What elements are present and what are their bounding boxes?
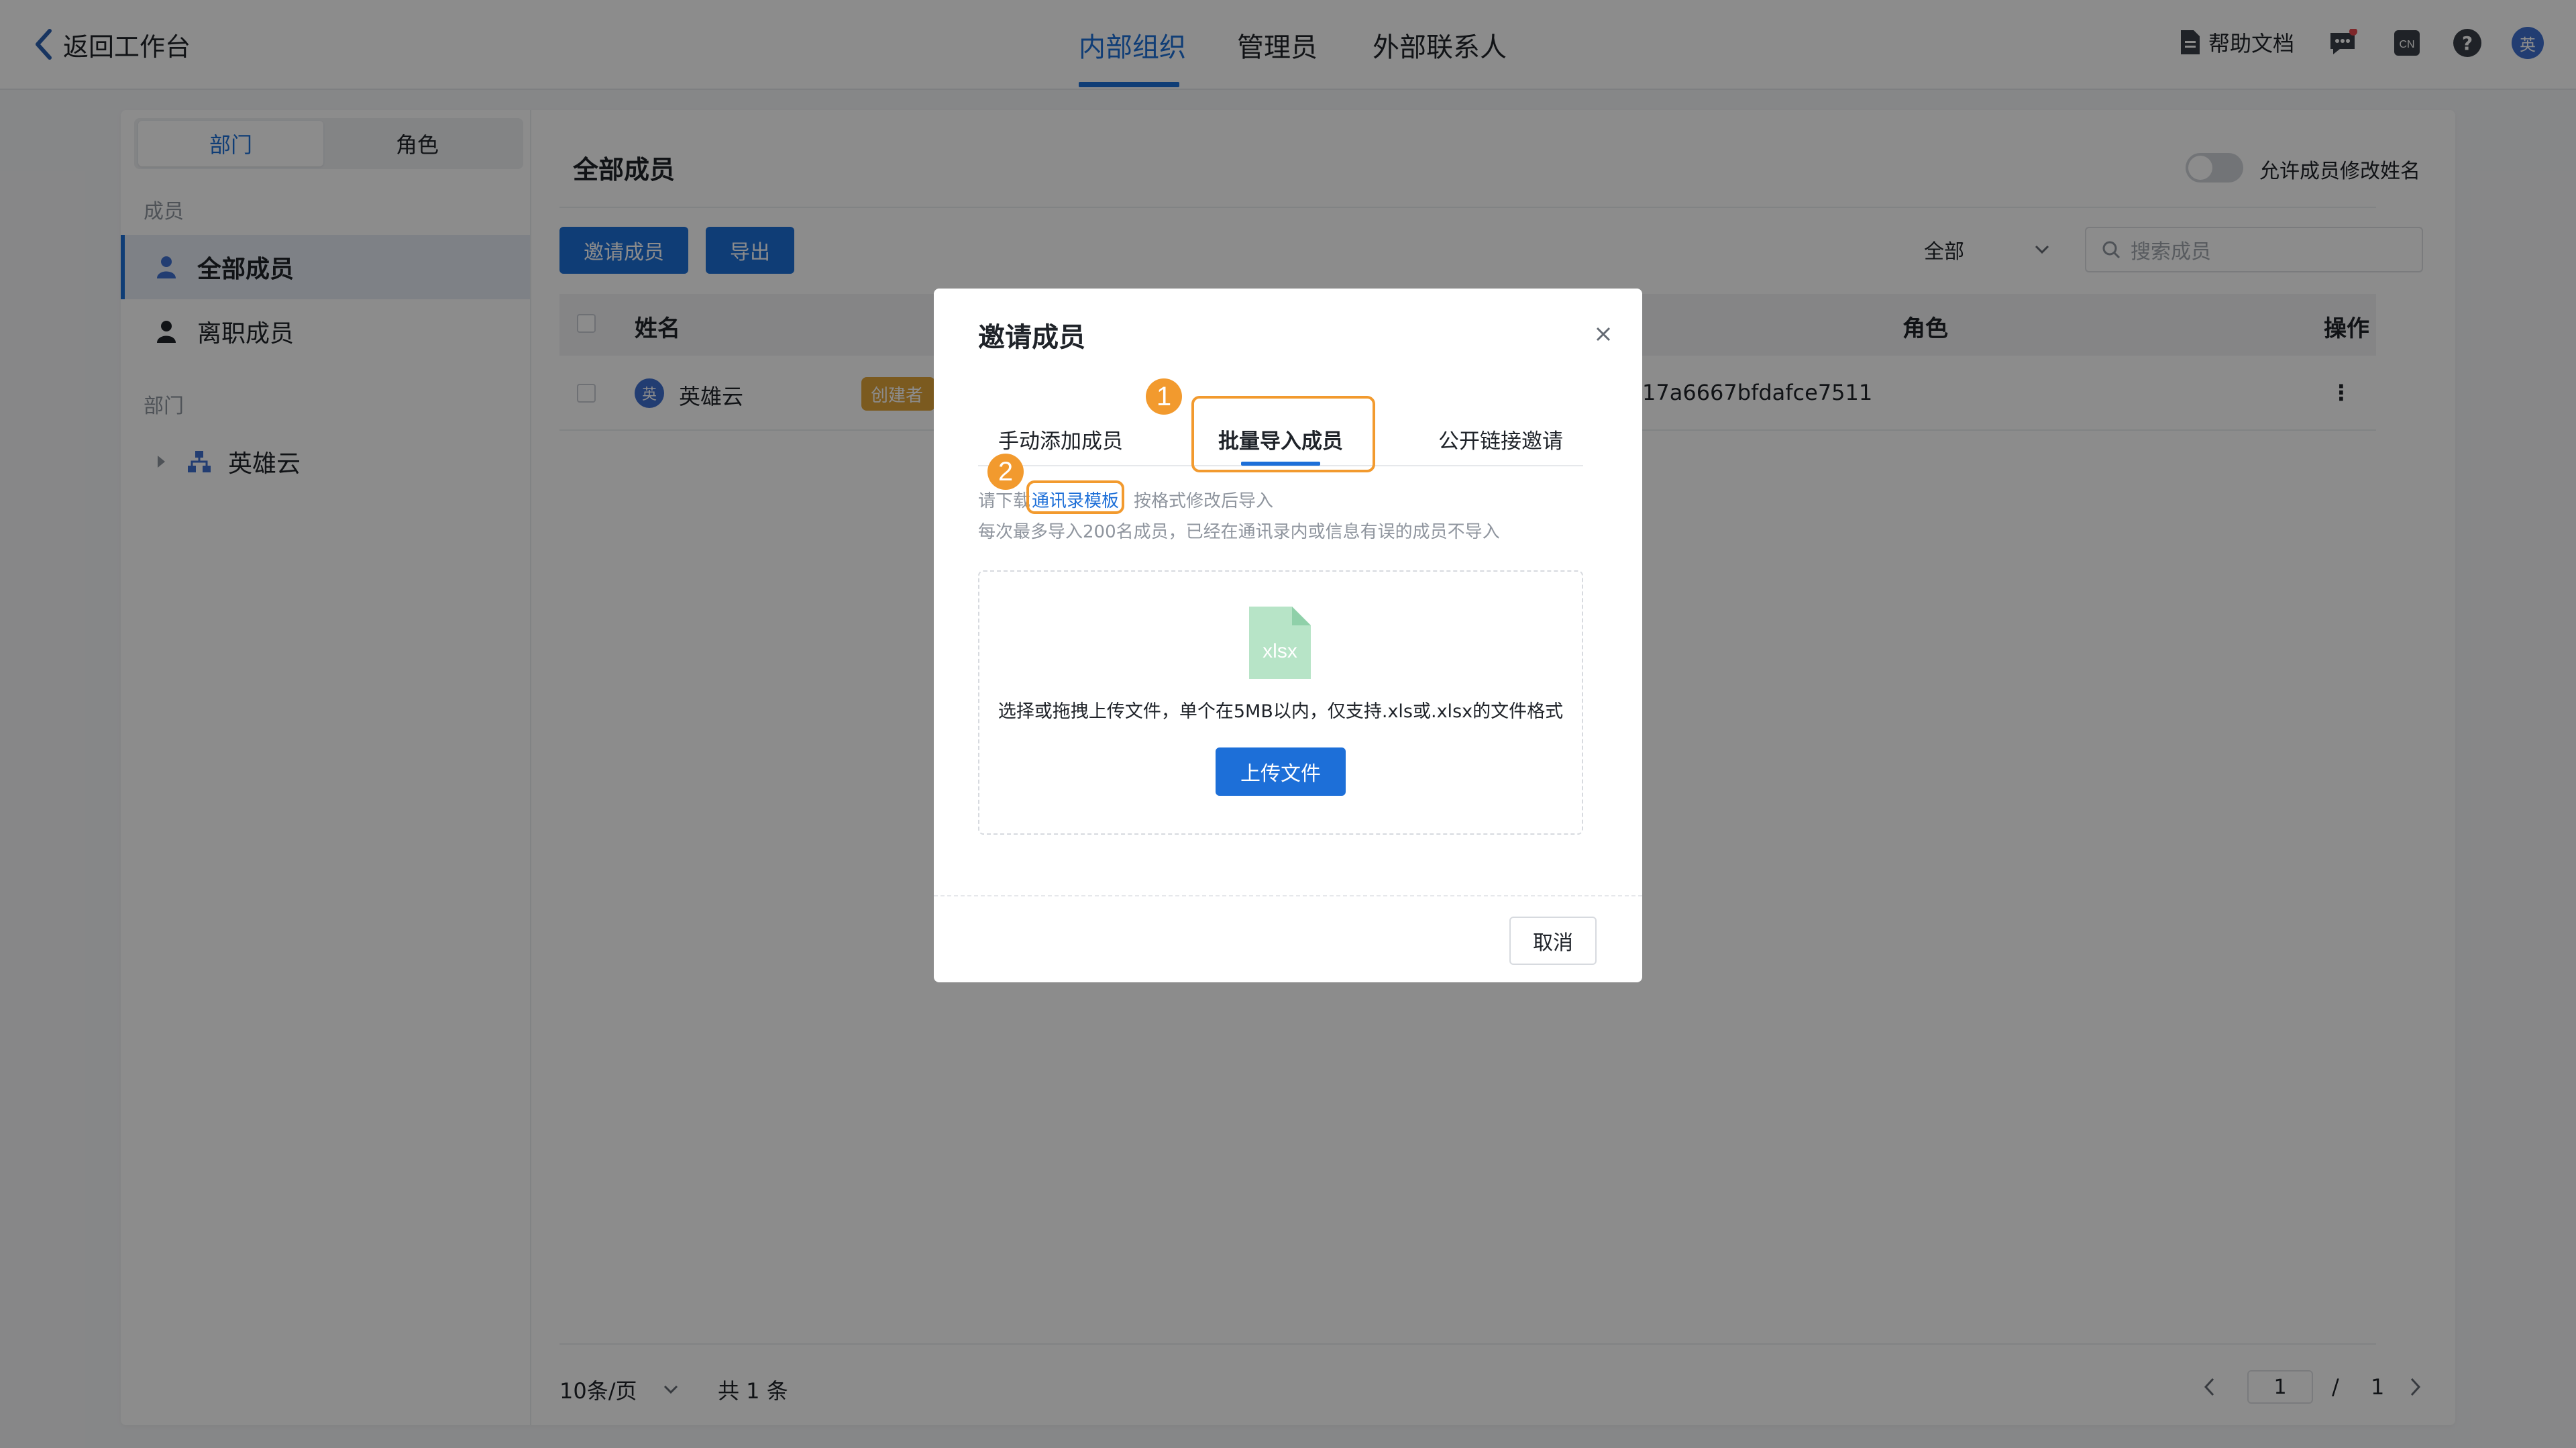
tab-manual-add[interactable]: 手动添加成员 xyxy=(998,424,1123,454)
dialog-close-button[interactable] xyxy=(1591,322,1615,346)
cancel-button[interactable]: 取消 xyxy=(1509,917,1597,965)
callout-badge-2: 2 xyxy=(987,454,1024,490)
hint-suffix: 按格式修改后导入 xyxy=(1134,491,1274,511)
close-icon xyxy=(1596,327,1611,342)
upload-file-button[interactable]: 上传文件 xyxy=(1216,747,1346,796)
callout-highlight-batch-import xyxy=(1191,396,1375,472)
callout-badge-1: 1 xyxy=(1146,378,1182,415)
callout-highlight-template-link xyxy=(1026,480,1124,514)
hint-prefix: 请下载 xyxy=(978,491,1031,511)
tab-public-link[interactable]: 公开链接邀请 xyxy=(1438,424,1563,454)
xlsx-file-icon: xlsx xyxy=(1246,604,1313,684)
file-icon-text: xlsx xyxy=(1263,640,1297,662)
import-hint-line1: 请下载 通讯录模板 按格式修改后导入 xyxy=(978,487,1273,512)
dialog-title: 邀请成员 xyxy=(978,322,1085,353)
import-hint-line2: 每次最多导入200名成员，已经在通讯录内或信息有误的成员不导入 xyxy=(978,522,1500,542)
dropzone-instructions: 选择或拖拽上传文件，单个在5MB以内，仅支持.xls或.xlsx的文件格式 xyxy=(998,701,1564,722)
dialog-footer-divider xyxy=(934,895,1642,898)
